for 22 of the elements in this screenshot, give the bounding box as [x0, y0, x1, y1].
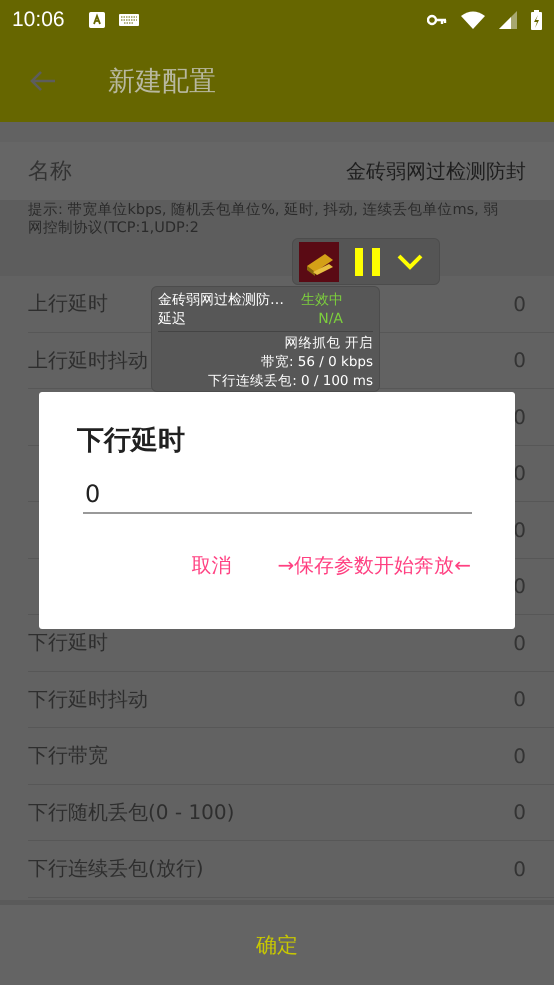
config-name: 金砖弱网过检测防… — [158, 291, 284, 310]
info-line: 网络抓包 开启 — [284, 334, 373, 353]
cancel-button[interactable]: 取消 — [191, 552, 232, 579]
key-icon — [427, 14, 447, 26]
latency-value: N/A — [318, 310, 343, 329]
screen-title: 新建配置 — [108, 65, 216, 99]
wifi-icon — [461, 11, 485, 29]
keyboard-icon — [118, 14, 139, 26]
info-line: 下行连续丢包: 0 / 100 ms — [207, 372, 373, 391]
confirm-button[interactable]: 确定 — [250, 930, 304, 960]
dialog-title: 下行延时 — [77, 424, 186, 458]
status-text: 生效中 — [301, 291, 343, 310]
name-value: 金砖弱网过检测防封 — [346, 158, 526, 184]
info-line: 带宽: 56 / 0 kbps — [260, 353, 373, 372]
pause-icon[interactable] — [355, 248, 381, 276]
latency-label: 延迟 — [158, 310, 186, 329]
chevron-down-icon[interactable] — [397, 254, 423, 270]
battery-charging-icon — [531, 10, 542, 30]
signal-icon — [499, 11, 517, 29]
save-button[interactable]: →保存参数开始奔放← — [277, 552, 471, 579]
status-time: 10:06 — [12, 8, 65, 32]
text-input-icon — [88, 12, 105, 28]
